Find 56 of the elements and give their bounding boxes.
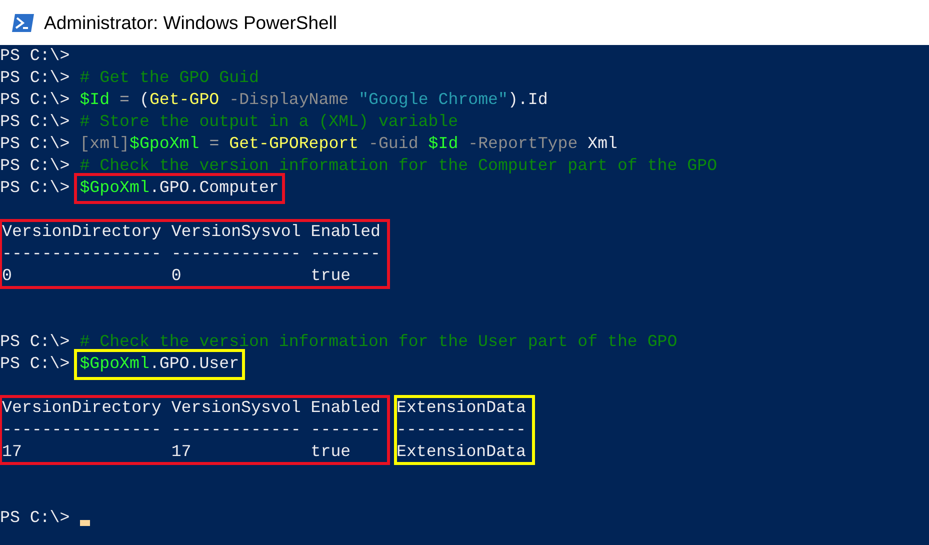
column-header: Enabled bbox=[310, 397, 380, 419]
prompt-text: PS C:\> bbox=[0, 67, 70, 89]
operator-text: = bbox=[118, 89, 131, 111]
column-header: VersionDirectory bbox=[2, 397, 162, 419]
column-header: VersionSysvol bbox=[171, 221, 301, 243]
table-cell-text: true bbox=[310, 265, 352, 287]
parameter-text: -Guid bbox=[368, 133, 420, 155]
parameter-text: [xml] bbox=[80, 133, 130, 155]
parameter-text: -DisplayName bbox=[228, 89, 350, 111]
header-rule: ------------- bbox=[396, 419, 526, 441]
code-text: ).Id bbox=[508, 89, 548, 111]
header-rule: ------------- bbox=[171, 243, 301, 265]
variable-text: $GpoXml bbox=[80, 353, 150, 375]
cmdlet-text: Get-GPOReport bbox=[229, 133, 359, 155]
prompt-text: PS C:\> bbox=[0, 133, 70, 155]
header-rule: ------- bbox=[310, 243, 380, 265]
header-rule: ---------------- bbox=[2, 243, 162, 265]
header-rule: ---------------- bbox=[2, 419, 162, 441]
prompt-text: PS C:\> bbox=[0, 111, 70, 133]
header-rule: ------- bbox=[310, 419, 380, 441]
prompt-text: PS C:\> bbox=[0, 507, 70, 529]
prompt-text: PS C:\> bbox=[0, 155, 70, 177]
terminal-icon bbox=[11, 12, 35, 32]
comment-text: # Check the version information for the User part of the GPO bbox=[80, 331, 678, 353]
table-cell-text: 17 bbox=[171, 441, 192, 463]
comment-text: # Get the GPO Guid bbox=[80, 67, 259, 89]
operator-text: = bbox=[208, 133, 220, 155]
prompt-text: PS C:\> bbox=[0, 89, 70, 111]
prompt-text: PS C:\> bbox=[0, 331, 70, 353]
code-text: .GPO.User bbox=[149, 353, 240, 375]
table-cell-text: 17 bbox=[2, 441, 23, 463]
code-text: Xml bbox=[588, 133, 618, 155]
comment-text: # Store the output in a (XML) variable bbox=[80, 111, 458, 133]
cmdlet-text: Get-GPO bbox=[149, 89, 220, 111]
parameter-text: -ReportType bbox=[467, 133, 579, 155]
prompt-text: PS C:\> bbox=[0, 45, 70, 67]
column-header: Enabled bbox=[310, 221, 380, 243]
variable-text: $Id bbox=[80, 89, 110, 111]
column-header: VersionDirectory bbox=[2, 221, 162, 243]
variable-text: $GpoXml bbox=[80, 177, 150, 199]
variable-text: $Id bbox=[428, 133, 458, 155]
table-cell-text: true bbox=[310, 441, 352, 463]
column-header: VersionSysvol bbox=[171, 397, 301, 419]
header-rule: ------------- bbox=[171, 419, 301, 441]
code-text: .GPO.Computer bbox=[149, 177, 279, 199]
string-text: "Google Chrome" bbox=[358, 89, 508, 111]
column-header: ExtensionData bbox=[396, 397, 526, 419]
variable-text: $GpoXml bbox=[130, 133, 200, 155]
code-text: ( bbox=[139, 89, 150, 111]
comment-text: # Check the version information for the Computer part of the GPO bbox=[80, 155, 718, 177]
prompt-text: PS C:\> bbox=[0, 177, 70, 199]
prompt-text: PS C:\> bbox=[0, 353, 70, 375]
window-title: Administrator: Windows PowerShell bbox=[44, 10, 338, 35]
table-cell-text: 0 bbox=[2, 265, 13, 287]
table-cell-text: 0 bbox=[171, 265, 182, 287]
table-cell: ExtensionData bbox=[396, 441, 526, 463]
